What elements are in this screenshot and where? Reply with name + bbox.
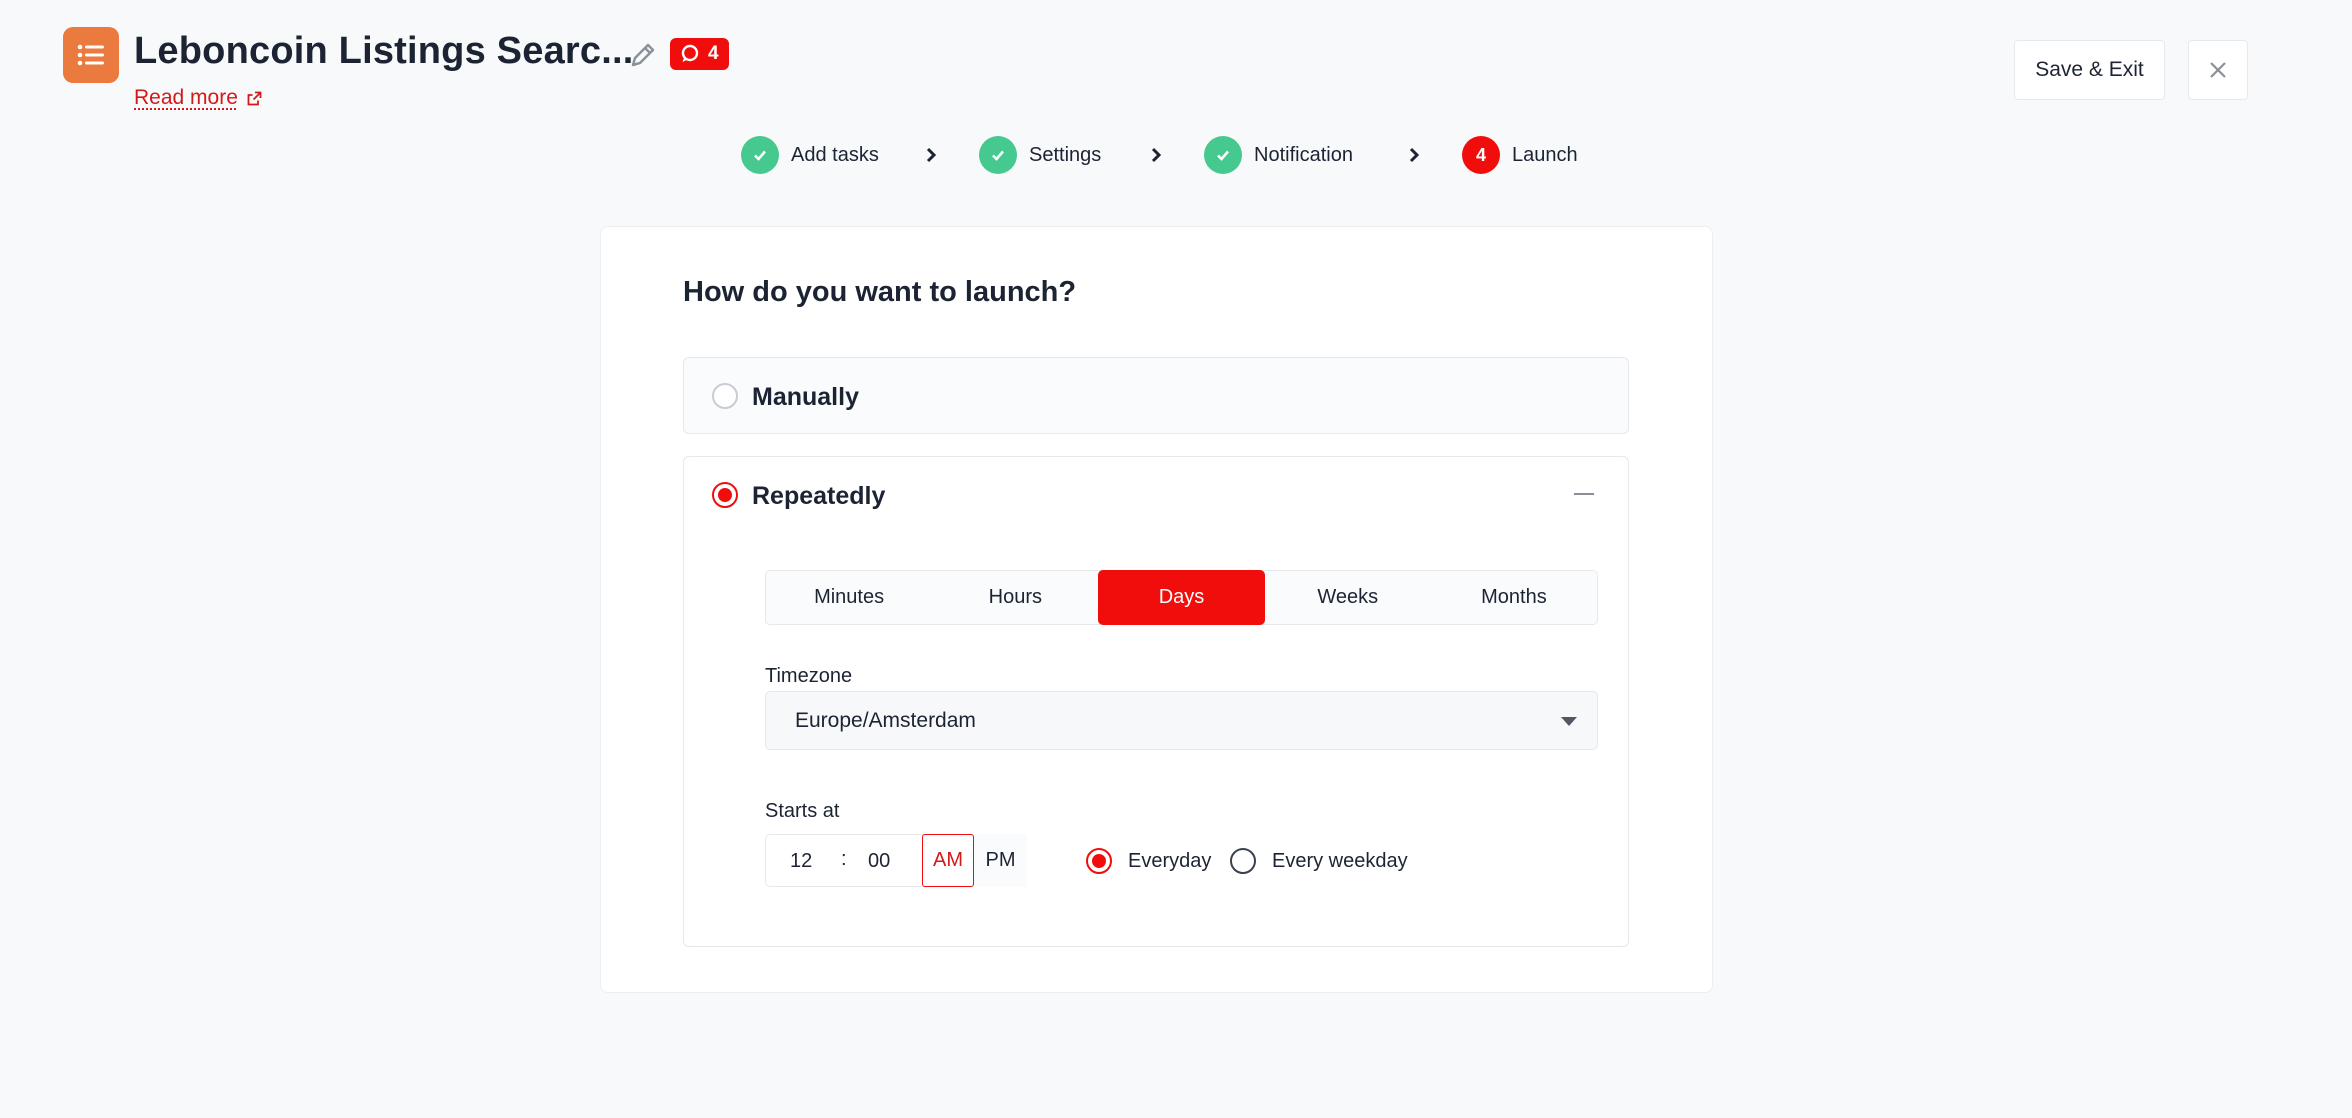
step-launch[interactable]: 4 Launch bbox=[1462, 136, 1578, 174]
step-label: Add tasks bbox=[791, 143, 879, 166]
interval-hours[interactable]: Hours bbox=[932, 571, 1098, 624]
every-weekday-option[interactable]: Every weekday bbox=[1230, 848, 1408, 874]
check-icon bbox=[1204, 136, 1242, 174]
timezone-label: Timezone bbox=[765, 665, 853, 687]
launch-question: How do you want to launch? bbox=[683, 276, 1077, 308]
step-label: Settings bbox=[1029, 143, 1102, 166]
timezone-select[interactable]: Europe/Amsterdam bbox=[765, 691, 1598, 750]
list-icon bbox=[77, 44, 104, 66]
everyday-radio[interactable] bbox=[1086, 848, 1112, 874]
interval-weeks[interactable]: Weeks bbox=[1265, 571, 1431, 624]
badge-count: 4 bbox=[708, 43, 719, 64]
close-button[interactable] bbox=[2188, 40, 2248, 100]
step-notification[interactable]: Notification bbox=[1204, 136, 1353, 174]
every-weekday-label: Every weekday bbox=[1272, 849, 1408, 872]
page-title: Leboncoin Listings Searc... bbox=[134, 30, 634, 72]
timezone-value: Europe/Amsterdam bbox=[795, 708, 976, 732]
manually-radio[interactable] bbox=[712, 383, 738, 409]
minus-icon[interactable] bbox=[1574, 493, 1594, 495]
save-exit-button[interactable]: Save & Exit bbox=[2014, 40, 2165, 100]
read-more-label: Read more bbox=[134, 86, 238, 109]
comment-count-badge[interactable]: 4 bbox=[670, 38, 729, 70]
check-icon bbox=[741, 136, 779, 174]
interval-days[interactable]: Days bbox=[1098, 570, 1265, 625]
everyday-option[interactable]: Everyday bbox=[1086, 848, 1211, 874]
read-more-link[interactable]: Read more bbox=[134, 86, 263, 110]
check-icon bbox=[979, 136, 1017, 174]
interval-months[interactable]: Months bbox=[1431, 571, 1597, 624]
step-number: 4 bbox=[1462, 136, 1500, 174]
app-icon bbox=[63, 27, 119, 83]
minute-input[interactable]: 00 bbox=[868, 850, 890, 873]
starts-at-label: Starts at bbox=[765, 800, 840, 822]
hour-input[interactable]: 12 bbox=[790, 850, 812, 873]
manually-label: Manually bbox=[752, 383, 859, 411]
chevron-right-icon bbox=[1409, 147, 1420, 163]
option-manually[interactable]: Manually bbox=[683, 357, 1629, 434]
am-toggle[interactable]: AM bbox=[922, 834, 974, 887]
interval-selector: Minutes Hours Days Weeks Months bbox=[765, 570, 1598, 625]
step-settings[interactable]: Settings bbox=[979, 136, 1101, 174]
external-link-icon bbox=[247, 91, 262, 105]
close-icon bbox=[2210, 62, 2226, 78]
every-weekday-radio[interactable] bbox=[1230, 848, 1256, 874]
pencil-icon[interactable] bbox=[626, 38, 660, 72]
repeatedly-radio[interactable] bbox=[712, 482, 738, 508]
step-label: Launch bbox=[1512, 143, 1578, 166]
pm-toggle[interactable]: PM bbox=[974, 834, 1027, 887]
step-label: Notification bbox=[1254, 143, 1353, 166]
repeatedly-label: Repeatedly bbox=[752, 482, 886, 510]
interval-minutes[interactable]: Minutes bbox=[766, 571, 932, 624]
chevron-right-icon bbox=[1151, 147, 1162, 163]
step-add-tasks[interactable]: Add tasks bbox=[741, 136, 879, 174]
time-separator: : bbox=[841, 848, 847, 870]
chat-bubble-icon bbox=[681, 44, 699, 62]
chevron-right-icon bbox=[926, 147, 937, 163]
everyday-label: Everyday bbox=[1128, 849, 1212, 872]
caret-down-icon bbox=[1561, 717, 1577, 726]
